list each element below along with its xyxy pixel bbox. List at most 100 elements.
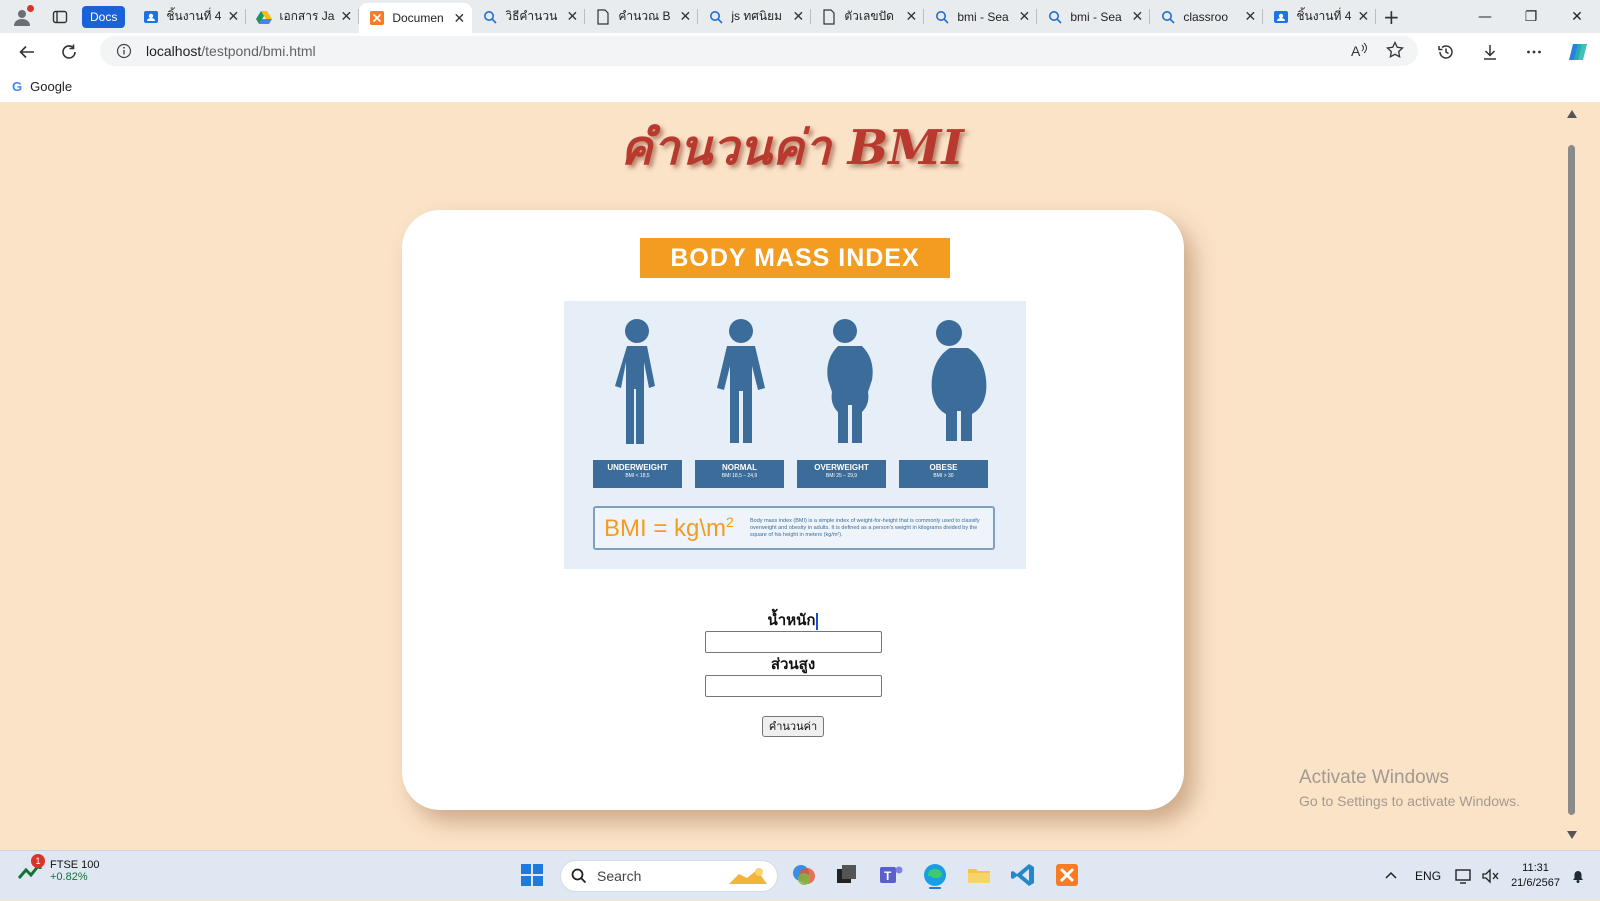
svg-text:T: T bbox=[884, 869, 892, 883]
browser-tab[interactable]: Documen ✕ bbox=[359, 3, 473, 33]
browser-tab[interactable]: วิธีคำนวน ✕ bbox=[472, 0, 586, 33]
copilot-taskbar-icon[interactable] bbox=[790, 861, 818, 889]
bmi-card: BODY MASS INDEX UNDERWEIGHT BMI < 18,5 N… bbox=[402, 210, 1184, 810]
weight-label: น้ำหนัก bbox=[767, 611, 816, 629]
activate-windows-watermark: Activate Windows Go to Settings to activ… bbox=[1299, 767, 1520, 809]
tab-title: Documen bbox=[392, 11, 444, 25]
tab-close-icon[interactable]: ✕ bbox=[1243, 8, 1257, 25]
tab-close-icon[interactable]: ✕ bbox=[791, 8, 805, 25]
minimize-button[interactable]: — bbox=[1462, 0, 1508, 33]
vertical-scrollbar[interactable] bbox=[1562, 102, 1581, 847]
close-window-button[interactable]: ✕ bbox=[1554, 0, 1600, 33]
classroom-icon bbox=[1273, 9, 1289, 25]
restore-button[interactable]: ❐ bbox=[1508, 0, 1554, 33]
network-icon[interactable] bbox=[1455, 868, 1473, 884]
scroll-down-arrow[interactable] bbox=[1567, 831, 1577, 839]
calculate-button[interactable]: คำนวนค่า bbox=[761, 716, 825, 737]
tab-title: คำนวณ B bbox=[618, 9, 671, 23]
page-viewport: คำนวนค่า BMI BODY MASS INDEX UNDERWEIGHT… bbox=[3, 102, 1581, 847]
height-input[interactable] bbox=[704, 675, 882, 697]
back-arrow-icon bbox=[19, 45, 34, 58]
browser-tab[interactable]: ตัวเลขปัด ✕ bbox=[811, 0, 925, 33]
read-aloud-icon[interactable]: A bbox=[1350, 41, 1368, 59]
omnibox-actions: A bbox=[1350, 41, 1404, 59]
browser-tab[interactable]: js ทศนิยม ✕ bbox=[698, 0, 812, 33]
history-button[interactable] bbox=[1424, 43, 1468, 61]
notification-dot bbox=[27, 5, 34, 12]
chevron-up-icon[interactable] bbox=[1385, 870, 1397, 882]
start-button[interactable] bbox=[520, 863, 544, 887]
task-view-icon[interactable] bbox=[833, 861, 861, 889]
page-title: คำนวนค่า BMI bbox=[620, 120, 964, 176]
browser-tab[interactable]: เอกสาร Ja ✕ bbox=[246, 0, 360, 33]
height-label: ส่วนสูง bbox=[770, 655, 816, 673]
new-tab-button[interactable]: + bbox=[1376, 0, 1406, 33]
tab-close-icon[interactable]: ✕ bbox=[565, 8, 579, 25]
tab-close-icon[interactable]: ✕ bbox=[452, 10, 466, 27]
classroom-icon bbox=[143, 9, 159, 25]
weight-input[interactable] bbox=[704, 631, 882, 653]
browser-tab[interactable]: ชิ้นงานที่ 4 ✕ bbox=[1263, 0, 1377, 33]
language-indicator[interactable]: ENG bbox=[1415, 869, 1441, 883]
clock-date: 21/6/2567 bbox=[1511, 877, 1560, 889]
document-icon bbox=[821, 8, 837, 25]
bmi-formula-description: Body mass index (BMI) is a simple index … bbox=[750, 517, 980, 538]
more-dots-icon bbox=[1527, 50, 1541, 53]
browser-tab[interactable]: bmi - Sea ✕ bbox=[924, 0, 1038, 33]
taskbar-search[interactable]: Search bbox=[560, 860, 778, 892]
tab-close-icon[interactable]: ✕ bbox=[678, 8, 692, 25]
browser-tab[interactable]: ชิ้นงานที่ 4 ✕ bbox=[133, 0, 247, 33]
edge-icon[interactable] bbox=[921, 861, 949, 889]
browser-tab[interactable]: bmi - Sea ✕ bbox=[1037, 0, 1151, 33]
xampp-icon[interactable] bbox=[1053, 861, 1081, 889]
tab-title: bmi - Sea bbox=[957, 9, 1009, 24]
teams-icon[interactable]: T bbox=[877, 861, 905, 889]
drive-icon bbox=[256, 9, 273, 25]
settings-menu-button[interactable] bbox=[1512, 43, 1556, 61]
search-highlight-icon bbox=[729, 868, 767, 884]
address-bar[interactable]: localhost/testpond/bmi.html A bbox=[100, 36, 1418, 66]
stock-widget[interactable]: 1 FTSE 100 +0.82% bbox=[18, 854, 100, 883]
tab-close-icon[interactable]: ✕ bbox=[226, 8, 240, 25]
tab-strip: Docs ชิ้นงานที่ 4 ✕ เอกสาร Ja ✕ Documen ✕ วิธี… bbox=[0, 0, 1600, 33]
favorite-star-icon[interactable] bbox=[1386, 41, 1404, 59]
tab-list: ชิ้นงานที่ 4 ✕ เอกสาร Ja ✕ Documen ✕ วิธีคำนวน… bbox=[133, 0, 1377, 33]
svg-text:A: A bbox=[1351, 43, 1361, 59]
scroll-up-arrow[interactable] bbox=[1567, 110, 1577, 118]
tab-close-icon[interactable]: ✕ bbox=[1130, 8, 1144, 25]
bookmark-google[interactable]: Google bbox=[30, 79, 72, 94]
url-host: localhost bbox=[146, 43, 202, 59]
tab-close-icon[interactable]: ✕ bbox=[904, 8, 918, 25]
tab-title: classroo bbox=[1183, 9, 1229, 24]
clock[interactable]: 11:31 21/6/2567 bbox=[1511, 861, 1560, 891]
profile-button[interactable] bbox=[0, 0, 44, 33]
site-info-icon[interactable] bbox=[116, 43, 132, 59]
volume-muted-icon[interactable] bbox=[1481, 868, 1499, 884]
vscode-icon[interactable] bbox=[1009, 861, 1037, 889]
scroll-thumb[interactable] bbox=[1568, 145, 1575, 815]
browser-tab[interactable]: classroo ✕ bbox=[1150, 0, 1264, 33]
downloads-button[interactable] bbox=[1468, 43, 1512, 61]
tab-close-icon[interactable]: ✕ bbox=[339, 8, 353, 25]
tab-actions-icon bbox=[52, 10, 68, 23]
tab-title: วิธีคำนวน bbox=[505, 9, 558, 23]
copilot-button[interactable] bbox=[1556, 41, 1600, 63]
url-path: /testpond/bmi.html bbox=[201, 43, 316, 59]
tab-close-icon[interactable]: ✕ bbox=[1356, 8, 1370, 25]
tab-actions-button[interactable] bbox=[44, 0, 76, 33]
tab-group-docs[interactable]: Docs bbox=[82, 5, 126, 28]
xampp-icon bbox=[369, 10, 385, 26]
widget-value: +0.82% bbox=[50, 871, 88, 883]
formula-layer: BMI = kg\m2 Body mass index (BMI) is a s… bbox=[564, 301, 1026, 569]
notification-bell-icon[interactable] bbox=[1570, 868, 1586, 884]
reload-button[interactable] bbox=[52, 35, 86, 69]
tab-title: ตัวเลขปัด bbox=[844, 9, 894, 23]
tab-title: ชิ้นงานที่ 4 bbox=[166, 9, 222, 23]
text-caret bbox=[816, 612, 819, 630]
watermark-line2: Go to Settings to activate Windows. bbox=[1299, 793, 1520, 809]
file-explorer-icon[interactable] bbox=[965, 861, 993, 889]
search-icon bbox=[1047, 9, 1063, 25]
back-button[interactable] bbox=[10, 35, 44, 69]
browser-tab[interactable]: คำนวณ B ✕ bbox=[585, 0, 699, 33]
tab-close-icon[interactable]: ✕ bbox=[1017, 8, 1031, 25]
